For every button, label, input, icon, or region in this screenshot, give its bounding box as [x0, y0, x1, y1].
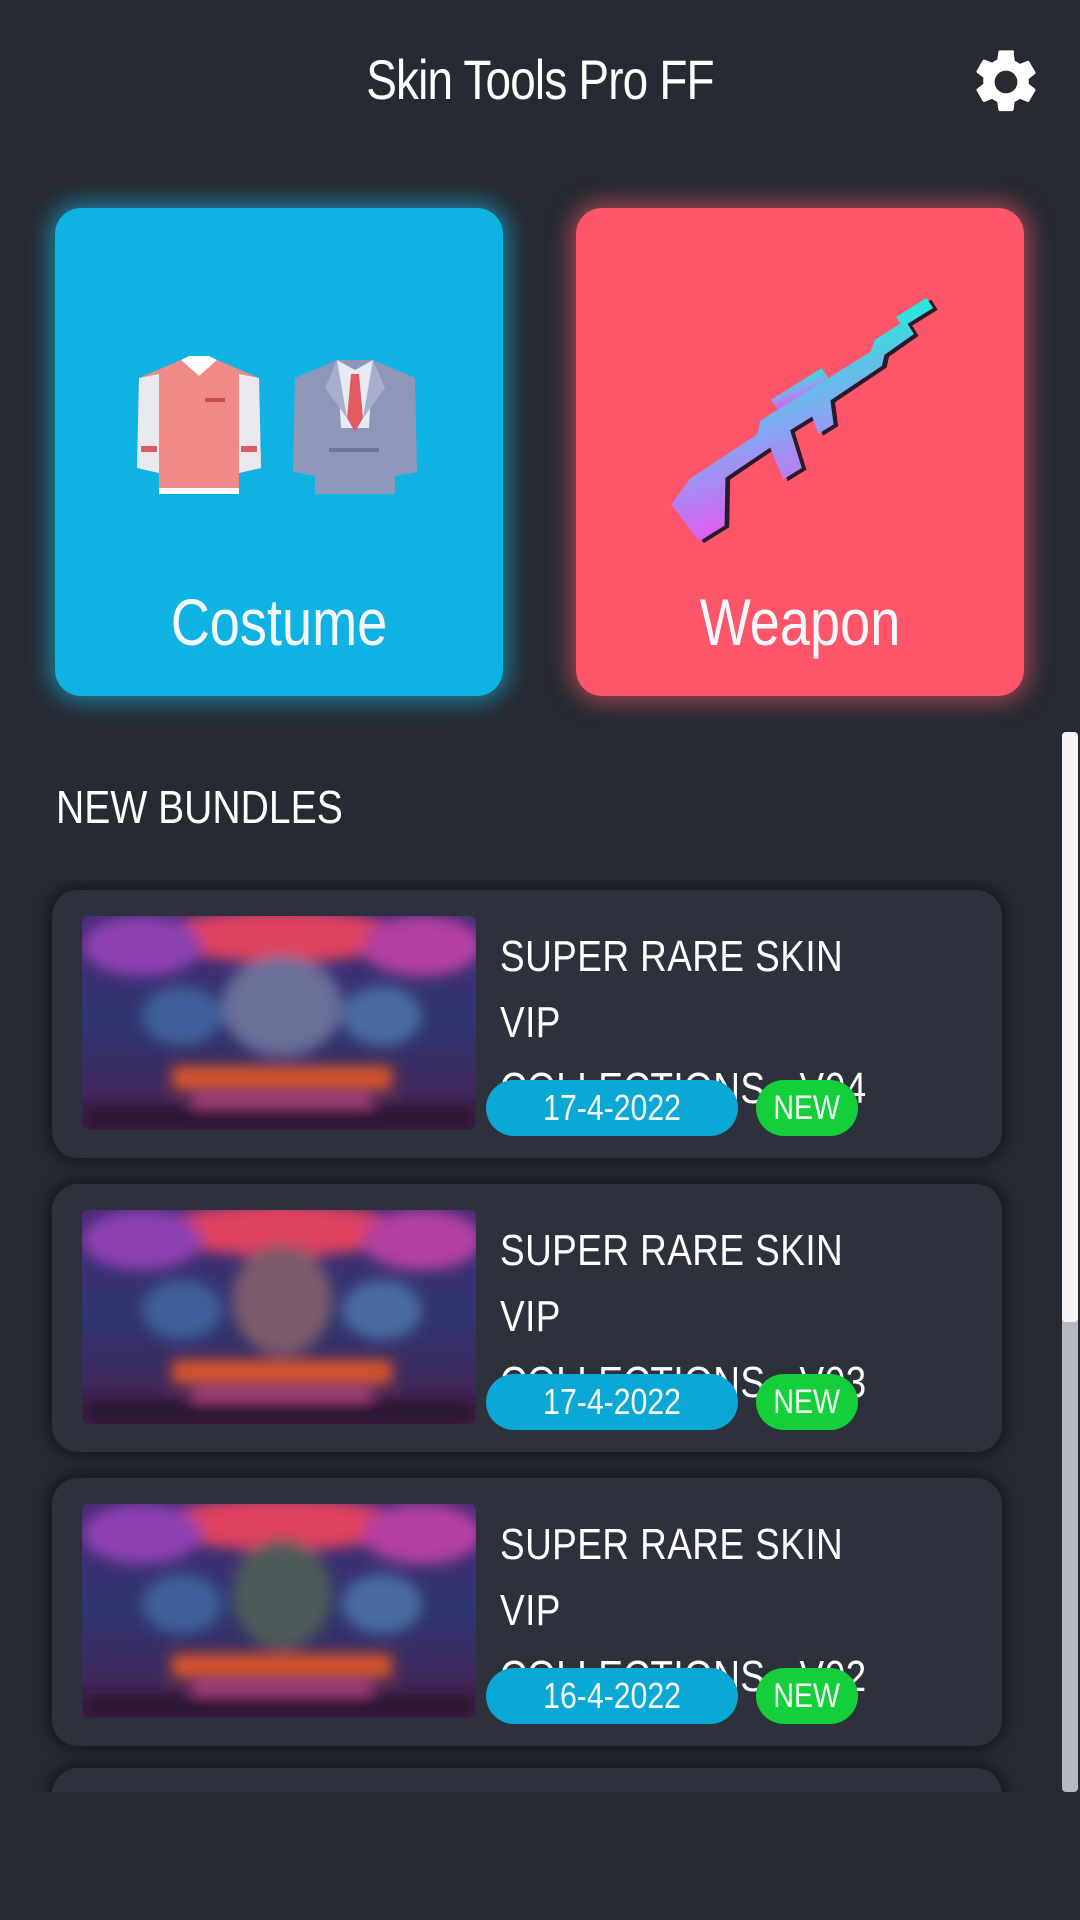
costume-label: Costume [170, 585, 388, 659]
weapon-label: Weapon [699, 585, 901, 659]
bundle-card[interactable]: SUPER RARE SKIN VIP COLLECTIONS - V03 17… [52, 1184, 1002, 1452]
app-title: Skin Tools Pro FF [366, 48, 714, 111]
rifle-icon [671, 297, 938, 544]
bundle-list[interactable]: SUPER RARE SKIN VIP COLLECTIONS - V04 17… [0, 880, 1050, 1792]
new-badge: NEW [756, 1080, 858, 1136]
bundle-card[interactable]: SUPER RARE SKIN VIP COLLECTIONS - V02 16… [52, 1478, 1002, 1746]
date-badge: 17-4-2022 [486, 1080, 738, 1136]
settings-button[interactable] [968, 44, 1044, 120]
bundle-thumbnail [82, 916, 476, 1130]
section-title: NEW BUNDLES [56, 781, 343, 833]
bundle-thumbnail [82, 1210, 476, 1424]
scrollbar-thumb[interactable] [1062, 732, 1078, 1322]
bundle-card[interactable]: SUPER RARE SKIN VIP COLLECTIONS - V04 17… [52, 890, 1002, 1158]
costume-card[interactable]: Costume [55, 208, 503, 696]
weapon-card[interactable]: Weapon [576, 208, 1024, 696]
date-badge: 16-4-2022 [486, 1668, 738, 1724]
new-badge: NEW [756, 1668, 858, 1724]
gear-icon [976, 50, 1036, 112]
bundle-card-partial[interactable] [52, 1768, 1002, 1792]
bundle-thumbnail [82, 1504, 476, 1718]
costume-icon [137, 356, 417, 494]
new-badge: NEW [756, 1374, 858, 1430]
date-badge: 17-4-2022 [486, 1374, 738, 1430]
